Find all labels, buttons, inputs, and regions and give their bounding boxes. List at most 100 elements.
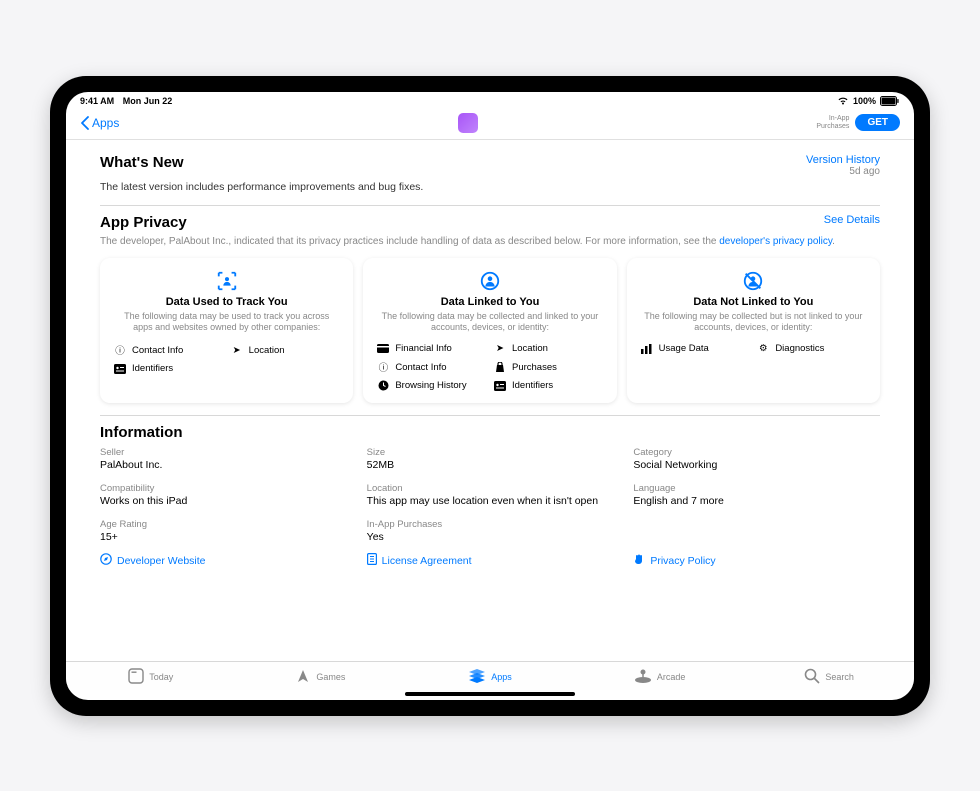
tab-games[interactable]: Games bbox=[236, 668, 406, 686]
info-item: Size52MB bbox=[367, 447, 614, 471]
info-value: English and 7 more bbox=[633, 495, 880, 507]
status-time: 9:41 AM bbox=[80, 96, 114, 106]
info-value: This app may use location even when it i… bbox=[367, 495, 614, 507]
status-date: Mon Jun 22 bbox=[123, 96, 173, 106]
back-label: Apps bbox=[92, 116, 119, 130]
version-ago: 5d ago bbox=[806, 166, 880, 177]
info-label: Language bbox=[633, 483, 880, 494]
tab-label: Games bbox=[316, 672, 345, 682]
link-label: Developer Website bbox=[117, 555, 206, 567]
tab-arcade[interactable]: Arcade bbox=[575, 668, 745, 686]
tab-today[interactable]: Today bbox=[66, 668, 236, 686]
see-details-link[interactable]: See Details bbox=[824, 214, 880, 226]
not-linked-icon bbox=[641, 270, 866, 292]
info-icon: ⓘ bbox=[377, 360, 389, 374]
card-sub: The following data may be used to track … bbox=[114, 311, 339, 334]
today-icon bbox=[128, 668, 144, 686]
app-privacy-section: App Privacy See Details The developer, P… bbox=[100, 205, 880, 416]
data-item-identifiers: Identifiers bbox=[494, 380, 603, 391]
card-track-you[interactable]: Data Used to Track You The following dat… bbox=[100, 258, 353, 404]
ipad-device-frame: 9:41 AM Mon Jun 22 100% Apps In-AppP bbox=[50, 76, 930, 716]
bag-icon bbox=[494, 362, 506, 373]
card-title: Data Linked to You bbox=[377, 296, 602, 308]
info-item: LocationThis app may use location even w… bbox=[367, 483, 614, 507]
games-icon bbox=[295, 668, 311, 686]
gear-icon: ⚙ bbox=[757, 343, 769, 354]
version-history-link[interactable]: Version History bbox=[806, 154, 880, 166]
info-value: Works on this iPad bbox=[100, 495, 347, 507]
id-icon bbox=[494, 381, 506, 391]
information-section: Information SellerPalAbout Inc. Size52MB C… bbox=[100, 415, 880, 580]
tab-apps[interactable]: Apps bbox=[405, 668, 575, 686]
data-item-usage: Usage Data bbox=[641, 343, 750, 354]
search-icon bbox=[804, 668, 820, 686]
data-item-diagnostics: ⚙Diagnostics bbox=[757, 343, 866, 354]
tab-label: Apps bbox=[491, 672, 512, 682]
data-item-purchases: Purchases bbox=[494, 360, 603, 374]
info-item: In-App PurchasesYes bbox=[367, 519, 614, 543]
data-item-identifiers: Identifiers bbox=[114, 363, 223, 374]
info-label: Seller bbox=[100, 447, 347, 458]
location-icon: ➤ bbox=[494, 343, 506, 354]
home-indicator[interactable] bbox=[405, 692, 575, 696]
info-item: CategorySocial Networking bbox=[633, 447, 880, 471]
card-linked-to-you[interactable]: Data Linked to You The following data ma… bbox=[363, 258, 616, 404]
card-sub: The following data may be collected and … bbox=[377, 311, 602, 334]
app-icon[interactable] bbox=[458, 113, 478, 133]
battery-icon bbox=[880, 96, 900, 106]
card-icon bbox=[377, 344, 389, 353]
info-item: Age Rating15+ bbox=[100, 519, 347, 543]
wifi-icon bbox=[837, 96, 849, 107]
info-item: SellerPalAbout Inc. bbox=[100, 447, 347, 471]
screen: 9:41 AM Mon Jun 22 100% Apps In-AppP bbox=[66, 92, 914, 700]
data-item-contact-info: ⓘContact Info bbox=[114, 343, 223, 357]
info-label: Compatibility bbox=[100, 483, 347, 494]
battery-percent: 100% bbox=[853, 96, 876, 106]
info-label: Location bbox=[367, 483, 614, 494]
card-title: Data Used to Track You bbox=[114, 296, 339, 308]
info-value: Yes bbox=[367, 531, 614, 543]
card-title: Data Not Linked to You bbox=[641, 296, 866, 308]
tab-bar: Today Games Apps Arcade Search bbox=[66, 661, 914, 690]
data-item-browsing: Browsing History bbox=[377, 380, 486, 391]
linked-icon bbox=[377, 270, 602, 292]
info-link-privacy-policy[interactable]: Privacy Policy bbox=[633, 553, 880, 568]
info-value: 15+ bbox=[100, 531, 347, 543]
card-not-linked[interactable]: Data Not Linked to You The following may… bbox=[627, 258, 880, 404]
whats-new-section: What's New Version History 5d ago The la… bbox=[100, 150, 880, 205]
whats-new-title: What's New bbox=[100, 154, 184, 171]
info-value: PalAbout Inc. bbox=[100, 459, 347, 471]
data-item-contact: ⓘContact Info bbox=[377, 360, 486, 374]
tab-label: Today bbox=[149, 672, 173, 682]
tab-label: Search bbox=[825, 672, 854, 682]
status-bar: 9:41 AM Mon Jun 22 100% bbox=[66, 92, 914, 109]
tab-search[interactable]: Search bbox=[744, 668, 914, 686]
iap-label: In-AppPurchases bbox=[816, 115, 849, 130]
track-icon bbox=[114, 270, 339, 292]
info-label: Category bbox=[633, 447, 880, 458]
card-sub: The following may be collected but is no… bbox=[641, 311, 866, 334]
info-link-license-agreement[interactable]: License Agreement bbox=[367, 553, 614, 568]
doc-icon bbox=[367, 553, 377, 568]
location-icon: ➤ bbox=[231, 345, 243, 356]
chart-icon bbox=[641, 344, 653, 354]
info-label: Age Rating bbox=[100, 519, 347, 530]
apps-icon bbox=[468, 668, 486, 686]
privacy-policy-link[interactable]: developer's privacy policy bbox=[719, 236, 832, 247]
privacy-intro: The developer, PalAbout Inc., indicated … bbox=[100, 235, 880, 248]
compass-icon bbox=[100, 553, 112, 568]
whats-new-desc: The latest version includes performance … bbox=[100, 181, 880, 193]
get-button[interactable]: GET bbox=[855, 114, 900, 131]
information-title: Information bbox=[100, 424, 880, 441]
back-button[interactable]: Apps bbox=[80, 116, 119, 130]
data-item-financial: Financial Info bbox=[377, 343, 486, 354]
nav-bar: Apps In-AppPurchases GET bbox=[66, 109, 914, 140]
id-icon bbox=[114, 364, 126, 374]
clock-icon bbox=[377, 380, 389, 391]
info-item: LanguageEnglish and 7 more bbox=[633, 483, 880, 507]
content-scroll[interactable]: What's New Version History 5d ago The la… bbox=[66, 140, 914, 661]
tab-label: Arcade bbox=[657, 672, 686, 682]
hand-icon bbox=[633, 553, 645, 568]
info-link-developer-website[interactable]: Developer Website bbox=[100, 553, 347, 568]
privacy-title: App Privacy bbox=[100, 214, 187, 231]
